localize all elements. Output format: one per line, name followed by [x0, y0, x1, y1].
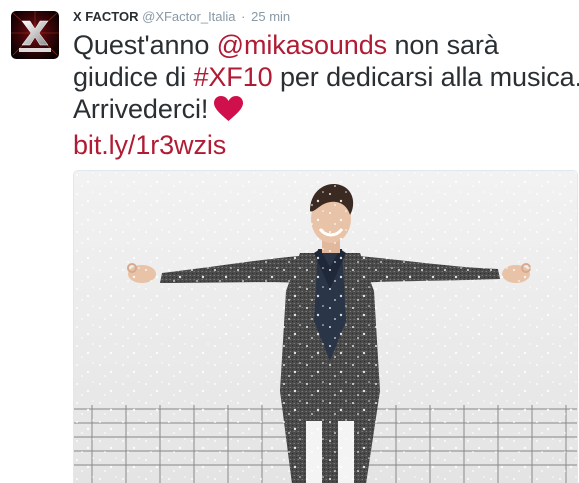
tweet-photo[interactable] [73, 170, 578, 483]
mention-link[interactable]: @mikasounds [217, 30, 387, 60]
heart-icon [214, 96, 244, 129]
short-link[interactable]: bit.ly/1r3wzis [73, 129, 573, 161]
text-segment: giudice di [73, 62, 194, 92]
timestamp[interactable]: 25 min [251, 9, 290, 24]
tweet-line-3: Arrivederci! [73, 93, 573, 129]
text-segment: Quest'anno [73, 30, 217, 60]
text-segment: non sarà [387, 30, 499, 60]
tweet-text: Quest'anno @mikasounds non sarà giudice … [73, 29, 579, 161]
tweet-line-1: Quest'anno @mikasounds non sarà [73, 29, 573, 61]
tweet-header: X FACTOR @XFactor_Italia · 25 min [73, 9, 290, 25]
separator: · [241, 9, 246, 24]
author-name[interactable]: X FACTOR [73, 9, 139, 24]
tweet-line-2: giudice di #XF10 per dedicarsi alla musi… [73, 61, 579, 93]
avatar[interactable] [11, 11, 59, 59]
hashtag-link[interactable]: #XF10 [193, 62, 272, 92]
author-handle[interactable]: @XFactor_Italia [142, 9, 235, 24]
text-segment: per dedicarsi alla musica. [272, 62, 579, 92]
x-factor-logo [11, 11, 59, 59]
text-segment: Arrivederci! [73, 94, 209, 124]
mika-snow-photo [74, 171, 577, 483]
tweet: X FACTOR @XFactor_Italia · 25 min Quest'… [0, 0, 579, 483]
